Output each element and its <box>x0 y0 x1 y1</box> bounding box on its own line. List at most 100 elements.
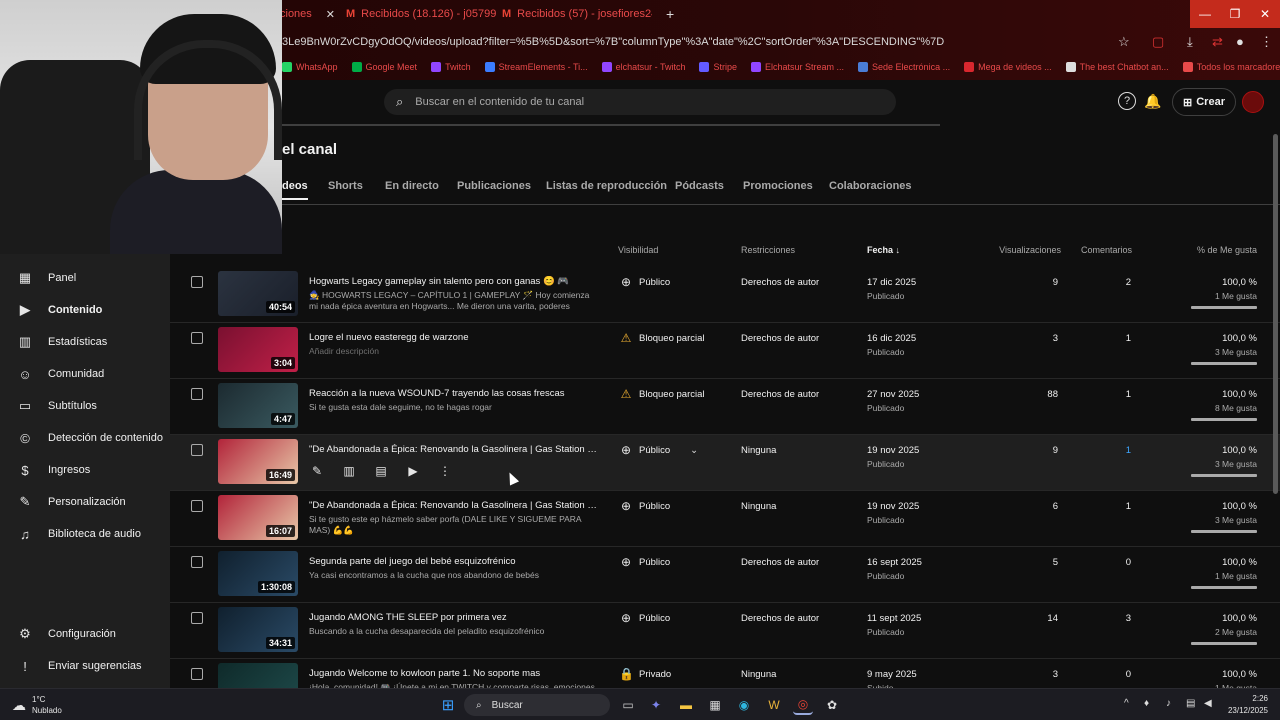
video-title[interactable]: Jugando AMONG THE SLEEP por primera vez <box>309 612 599 623</box>
video-title[interactable]: Hogwarts Legacy gameplay sin talento per… <box>309 276 599 287</box>
tab-en-directo[interactable]: En directo <box>385 180 439 192</box>
header-restrictions[interactable]: Restricciones <box>741 245 795 255</box>
tab-colaboraciones[interactable]: Colaboraciones <box>829 180 912 192</box>
bookmark-item[interactable]: Todos los marcadores <box>1182 58 1280 76</box>
video-thumbnail[interactable] <box>218 663 298 688</box>
table-row[interactable]: 4:47 Reacción a la nueva WSOUND-7 trayend… <box>170 379 1280 435</box>
video-title[interactable]: "De Abandonada a Épica: Renovando la Gas… <box>309 500 599 511</box>
volume-icon[interactable]: ◀ <box>1204 698 1212 709</box>
video-thumbnail[interactable]: 16:07 <box>218 495 298 540</box>
tray-chevron-icon[interactable]: ^ <box>1124 698 1129 709</box>
chevron-down-icon[interactable]: ⌄ <box>690 445 698 456</box>
sidebar-item-customization[interactable]: ✎ Personalización <box>0 487 170 517</box>
restrictions-cell[interactable]: Ninguna <box>741 445 776 456</box>
restrictions-cell[interactable]: Ninguna <box>741 669 776 680</box>
visibility-cell[interactable]: ⚠ Bloqueo parcial <box>619 331 705 345</box>
create-button[interactable]: ⊞ Crear <box>1172 88 1236 116</box>
task-view-icon[interactable]: ▭ <box>618 695 638 715</box>
tab-shorts[interactable]: Shorts <box>328 180 363 192</box>
video-description[interactable]: Añadir descripción <box>309 346 599 357</box>
address-bar[interactable]: 3Le9BnW0rZvCDgyOdOQ/videos/upload?filter… <box>282 32 1142 52</box>
video-thumbnail[interactable]: 1:30:08 <box>218 551 298 596</box>
scrollbar[interactable] <box>1273 134 1278 494</box>
download-icon[interactable]: ⤓ <box>1187 34 1193 50</box>
tab-publicaciones[interactable]: Publicaciones <box>457 180 531 192</box>
restrictions-cell[interactable]: Ninguna <box>741 501 776 512</box>
row-checkbox[interactable] <box>191 612 203 624</box>
new-tab-button[interactable]: + <box>666 4 674 24</box>
visibility-cell[interactable]: ⊕ Público <box>619 275 670 289</box>
sidebar-item-earn[interactable]: $ Ingresos <box>0 455 170 485</box>
tab-listas-de-reproducción[interactable]: Listas de reproducción <box>546 180 667 192</box>
profile-icon[interactable]: ● <box>1236 34 1244 49</box>
tab-videos[interactable]: deos <box>282 180 308 200</box>
header-visibility[interactable]: Visibilidad <box>618 245 658 255</box>
tab-promociones[interactable]: Promociones <box>743 180 813 192</box>
video-thumbnail[interactable]: 34:31 <box>218 607 298 652</box>
header-views[interactable]: Visualizaciones <box>999 245 1061 255</box>
sidebar-item-audio-library[interactable]: ♫ Biblioteca de audio <box>0 519 170 549</box>
video-title[interactable]: "De Abandonada a Épica: Renovando la Gas… <box>309 444 599 455</box>
help-icon[interactable]: ? <box>1118 92 1136 110</box>
comments-cell[interactable]: 1 <box>1126 445 1131 456</box>
sidebar-item-content[interactable]: ▶ Contenido <box>0 295 170 325</box>
bookmark-item[interactable]: Elchatsur Stream ... <box>751 58 844 76</box>
extension-icon[interactable]: ⇄ <box>1212 34 1223 50</box>
table-row[interactable]: 40:54 Hogwarts Legacy gameplay sin talent… <box>170 267 1280 323</box>
table-row[interactable]: Jugando Welcome to kowloon parte 1. No s… <box>170 659 1280 688</box>
youtube-icon[interactable]: ▶ <box>405 463 421 479</box>
restrictions-cell[interactable]: Derechos de autor <box>741 613 819 624</box>
app-icon[interactable]: ✿ <box>822 695 842 715</box>
microphone-icon[interactable]: ♪ <box>1166 698 1171 709</box>
star-icon[interactable]: ☆ <box>1118 34 1130 50</box>
minimize-button[interactable]: — <box>1190 0 1220 28</box>
table-row[interactable]: 1:30:08 Segunda parte del juego del bebé … <box>170 547 1280 603</box>
bookmark-item[interactable]: Sede Electrónica ... <box>858 58 950 76</box>
sidebar-item-dashboard[interactable]: ▦ Panel <box>0 263 170 293</box>
comments-icon[interactable]: ▤ <box>373 463 389 479</box>
extension-icon[interactable]: ▢ <box>1152 34 1164 50</box>
channel-avatar[interactable] <box>1242 91 1264 113</box>
analytics-icon[interactable]: ▥ <box>341 463 357 479</box>
row-checkbox[interactable] <box>191 444 203 456</box>
sidebar-item-settings[interactable]: ⚙ Configuración <box>0 619 170 649</box>
bookmark-item[interactable]: Mega de videos ... <box>964 58 1052 76</box>
browser-tab[interactable]: MRecibidos (57) - josefiores240✕ <box>502 4 652 24</box>
restore-button[interactable]: ❐ <box>1220 0 1250 28</box>
notifications-icon[interactable]: 🔔 <box>1144 92 1162 110</box>
restrictions-cell[interactable]: Derechos de autor <box>741 389 819 400</box>
bookmark-item[interactable]: Twitch <box>431 58 471 76</box>
store-icon[interactable]: ▦ <box>705 695 725 715</box>
header-date[interactable]: Fecha ↓ <box>867 245 900 255</box>
restrictions-cell[interactable]: Derechos de autor <box>741 333 819 344</box>
video-title[interactable]: Reacción a la nueva WSOUND-7 trayendo la… <box>309 388 599 399</box>
browser-tab[interactable]: ciones ✕ <box>280 4 340 24</box>
bookmark-item[interactable]: StreamElements - Ti... <box>484 58 588 76</box>
sidebar-item-feedback[interactable]: ! Enviar sugerencias <box>0 651 170 681</box>
bookmark-item[interactable]: Google Meet <box>351 58 417 76</box>
video-thumbnail[interactable]: 16:49 <box>218 439 298 484</box>
sidebar-item-copyright[interactable]: © Detección de contenido <box>0 423 170 453</box>
sidebar-item-community[interactable]: ☺ Comunidad <box>0 359 170 389</box>
close-window-button[interactable]: ✕ <box>1250 0 1280 28</box>
bookmark-item[interactable]: The best Chatbot an... <box>1065 58 1169 76</box>
visibility-cell[interactable]: ⊕ Público <box>619 555 670 569</box>
weather-widget[interactable]: ☁ 1°C Nublado <box>12 694 62 716</box>
edge-icon[interactable]: ◉ <box>734 695 754 715</box>
taskbar-search[interactable]: ⌕ Buscar <box>464 694 610 716</box>
restrictions-cell[interactable]: Derechos de autor <box>741 277 819 288</box>
video-thumbnail[interactable]: 3:04 <box>218 327 298 372</box>
row-checkbox[interactable] <box>191 500 203 512</box>
video-thumbnail[interactable]: 40:54 <box>218 271 298 316</box>
visibility-cell[interactable]: 🔒 Privado <box>619 667 671 681</box>
header-likes[interactable]: % de Me gusta <box>1197 245 1257 255</box>
visibility-cell[interactable]: ⊕ Público ⌄ <box>619 443 698 457</box>
sidebar-item-analytics[interactable]: ▥ Estadísticas <box>0 327 170 357</box>
header-comments[interactable]: Comentarios <box>1081 245 1132 255</box>
tray-app-icon[interactable]: ♦ <box>1144 698 1149 709</box>
table-row[interactable]: 34:31 Jugando AMONG THE SLEEP por primera… <box>170 603 1280 659</box>
visibility-cell[interactable]: ⊕ Público <box>619 611 670 625</box>
tab-pódcasts[interactable]: Pódcasts <box>675 180 724 192</box>
row-checkbox[interactable] <box>191 276 203 288</box>
bookmark-item[interactable]: WhatsApp <box>282 58 338 76</box>
